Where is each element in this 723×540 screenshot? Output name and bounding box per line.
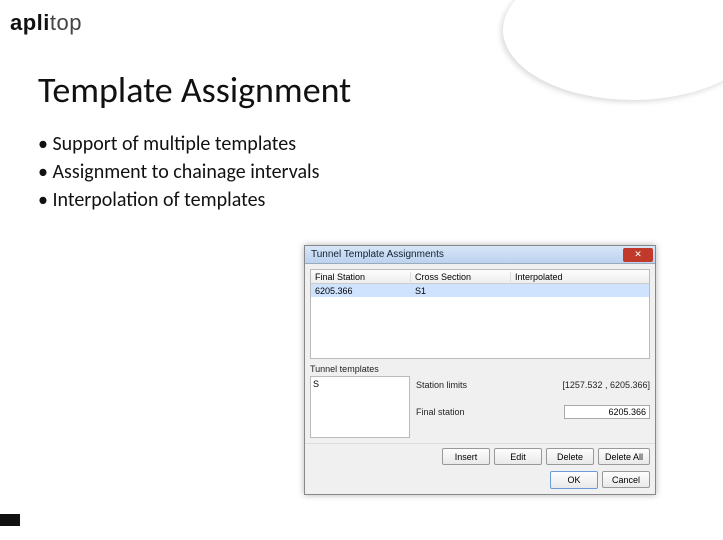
delete-button[interactable]: Delete bbox=[546, 448, 594, 465]
brand-logo: aplitop bbox=[10, 10, 82, 36]
tunnel-templates-label: Tunnel templates bbox=[310, 364, 410, 374]
insert-button[interactable]: Insert bbox=[442, 448, 490, 465]
col-final-station: Final Station bbox=[311, 272, 411, 282]
template-item[interactable]: S bbox=[313, 379, 407, 389]
station-fields: Station limits [1257.532 , 6205.366] Fin… bbox=[416, 364, 650, 438]
final-station-value: 6205.366 bbox=[608, 407, 646, 417]
station-limits-row: Station limits [1257.532 , 6205.366] bbox=[416, 380, 650, 390]
col-cross-section: Cross Section bbox=[411, 272, 511, 282]
decorative-accent bbox=[0, 514, 20, 526]
cell-final-station: 6205.366 bbox=[311, 286, 411, 296]
station-limits-value: [1257.532 , 6205.366] bbox=[562, 380, 650, 390]
final-station-row: Final station 6205.366 bbox=[416, 405, 650, 419]
cancel-button[interactable]: Cancel bbox=[602, 471, 650, 488]
bullet-item: Support of multiple templates bbox=[38, 130, 319, 158]
dialog-title: Tunnel Template Assignments bbox=[311, 249, 444, 260]
final-station-input[interactable]: 6205.366 bbox=[564, 405, 650, 419]
action-button-row: Insert Edit Delete Delete All bbox=[305, 443, 655, 469]
bullet-list: Support of multiple templates Assignment… bbox=[38, 130, 319, 214]
edit-button[interactable]: Edit bbox=[494, 448, 542, 465]
tunnel-templates-list[interactable]: S bbox=[310, 376, 410, 438]
slide-title: Template Assignment bbox=[38, 68, 351, 112]
template-assignments-dialog: Tunnel Template Assignments ✕ Final Stat… bbox=[304, 245, 656, 495]
dialog-confirm-row: OK Cancel bbox=[305, 469, 655, 494]
brand-thin: top bbox=[50, 10, 82, 35]
decorative-corner bbox=[503, 0, 723, 100]
ok-button[interactable]: OK bbox=[550, 471, 598, 489]
station-limits-label: Station limits bbox=[416, 380, 467, 390]
table-header: Final Station Cross Section Interpolated bbox=[311, 270, 649, 284]
final-station-label: Final station bbox=[416, 407, 465, 417]
bullet-item: Assignment to chainage intervals bbox=[38, 158, 319, 186]
delete-all-button[interactable]: Delete All bbox=[598, 448, 650, 465]
bullet-item: Interpolation of templates bbox=[38, 186, 319, 214]
close-button[interactable]: ✕ bbox=[623, 248, 653, 262]
assignments-table[interactable]: Final Station Cross Section Interpolated… bbox=[310, 269, 650, 359]
close-icon: ✕ bbox=[634, 249, 642, 260]
col-interpolated: Interpolated bbox=[511, 272, 649, 282]
dialog-titlebar[interactable]: Tunnel Template Assignments ✕ bbox=[305, 246, 655, 264]
brand-bold: apli bbox=[10, 10, 50, 35]
table-row[interactable]: 6205.366 S1 bbox=[311, 284, 649, 297]
tunnel-templates-section: Tunnel templates S bbox=[310, 364, 410, 438]
cell-cross-section: S1 bbox=[411, 286, 511, 296]
